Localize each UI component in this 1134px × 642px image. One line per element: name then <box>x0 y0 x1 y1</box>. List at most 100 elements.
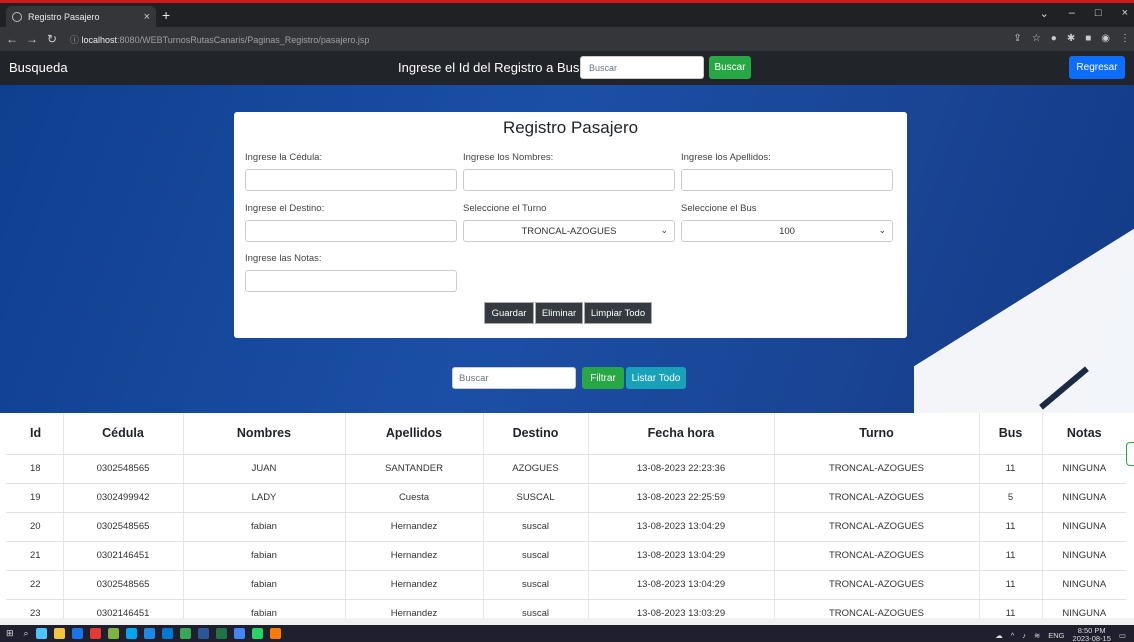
window-controls: ⌄ – □ × <box>1040 7 1128 20</box>
pinned-apps <box>29 628 281 639</box>
table-cell: 11 <box>979 512 1043 542</box>
taskbar-app-icon[interactable] <box>53 628 65 639</box>
column-header[interactable]: Id <box>6 413 64 455</box>
table-cell: Cuesta <box>345 483 484 513</box>
column-header[interactable]: Fecha hora <box>588 413 775 455</box>
table-cell: 11 <box>979 570 1043 600</box>
wifi-icon[interactable]: ≋ <box>1034 631 1040 640</box>
table-row[interactable]: 21 0302146451 fabian Hernandez suscal 13-08-2… <box>6 541 1126 571</box>
nombres-label: Ingrese los Nombres: <box>463 152 554 163</box>
column-header[interactable]: Cédula <box>63 413 184 455</box>
reload-icon[interactable]: ↻ <box>44 32 60 46</box>
taskbar-app-icon[interactable] <box>71 628 83 639</box>
table-row[interactable]: 19 0302499942 LADY Cuesta SUSCAL 13-08-2023 2… <box>6 483 1126 513</box>
table-cell: 11 <box>979 541 1043 571</box>
chevron-down-icon[interactable]: ⌄ <box>1040 7 1049 20</box>
table-row[interactable]: 22 0302548565 fabian Hernandez suscal 13-08-2… <box>6 570 1126 600</box>
share-icon[interactable]: ⇪ <box>1013 33 1021 44</box>
column-header[interactable]: Destino <box>483 413 589 455</box>
column-header[interactable]: Turno <box>774 413 980 455</box>
turno-select[interactable]: TRONCAL-AZOGUES ⌄ <box>463 220 675 242</box>
table-row[interactable]: 20 0302548565 fabian Hernandez suscal 13-08-2… <box>6 512 1126 542</box>
star-icon[interactable]: ☆ <box>1032 33 1041 44</box>
save-button[interactable]: Guardar <box>484 302 534 324</box>
navbar-brand[interactable]: Busqueda <box>9 60 68 75</box>
minimize-button[interactable]: – <box>1069 7 1075 20</box>
volume-icon[interactable]: ♪ <box>1022 631 1026 640</box>
taskbar-app-icon[interactable] <box>251 628 263 639</box>
horizontal-scrollbar[interactable] <box>0 618 1134 625</box>
column-header[interactable]: Notas <box>1042 413 1126 455</box>
table-cell: fabian <box>183 570 346 600</box>
table-cell: fabian <box>183 541 346 571</box>
filter-button[interactable]: Filtrar <box>582 367 624 389</box>
taskbar-app-icon[interactable] <box>233 628 245 639</box>
column-header[interactable]: Nombres <box>183 413 346 455</box>
table-cell: suscal <box>483 512 589 542</box>
table-cell: SUSCAL <box>483 483 589 513</box>
notification-icon[interactable]: ▭ <box>1119 631 1126 640</box>
browser-tab[interactable]: Registro Pasajero × <box>6 6 156 27</box>
windows-start-icon[interactable]: ⊞ <box>6 628 14 639</box>
sidebar-icon[interactable]: ■ <box>1085 33 1091 44</box>
table-cell: suscal <box>483 570 589 600</box>
table-cell: 13-08-2023 13:04:29 <box>588 570 775 600</box>
menu-icon[interactable]: ⋮ <box>1120 33 1130 44</box>
taskbar-app-icon[interactable] <box>179 628 191 639</box>
clock[interactable]: 8:50 PM 2023-08-15 <box>1073 627 1111 642</box>
puzzle-icon[interactable]: ✱ <box>1067 33 1075 44</box>
taskbar-app-icon[interactable] <box>35 628 47 639</box>
taskbar-app-icon[interactable] <box>125 628 137 639</box>
cedula-label: Ingrese la Cédula: <box>245 152 323 163</box>
address-bar: ← → ↻ ⓘ localhost:8080/WEBTurnosRutasCan… <box>0 27 1134 51</box>
chevron-up-icon[interactable]: ^ <box>1011 631 1015 640</box>
language-indicator[interactable]: ENG <box>1048 631 1064 640</box>
taskbar-app-icon[interactable] <box>197 628 209 639</box>
search-id-input[interactable]: Buscar <box>580 56 704 79</box>
back-button[interactable]: Regresar <box>1069 56 1125 79</box>
taskbar-app-icon[interactable] <box>161 628 173 639</box>
table-row[interactable]: 18 0302548565 JUAN SANTANDER AZOGUES 13-08-20… <box>6 454 1126 484</box>
apellidos-input[interactable] <box>681 169 893 191</box>
taskbar-app-icon[interactable] <box>215 628 227 639</box>
bus-select[interactable]: 100 ⌄ <box>681 220 893 242</box>
close-window-button[interactable]: × <box>1122 7 1128 20</box>
search-button[interactable]: Buscar <box>709 56 751 79</box>
taskbar-app-icon[interactable] <box>89 628 101 639</box>
tab-close-icon[interactable]: × <box>144 11 150 23</box>
profile-icon[interactable]: ◉ <box>1101 33 1110 44</box>
filter-input[interactable]: Buscar <box>452 367 576 389</box>
table-cell: 13-08-2023 13:04:29 <box>588 541 775 571</box>
system-tray: ☁ ^ ♪ ≋ ENG 8:50 PM 2023-08-15 ▭ <box>995 627 1126 642</box>
cedula-input[interactable] <box>245 169 457 191</box>
passenger-form-card: Registro Pasajero Ingrese la Cédula: Ing… <box>234 112 907 338</box>
table-cell: Hernandez <box>345 512 484 542</box>
url-path: :8080/WEBTurnosRutasCanaris/Paginas_Regi… <box>117 34 370 45</box>
destino-input[interactable] <box>245 220 457 242</box>
table-cell: 5 <box>979 483 1043 513</box>
new-tab-button[interactable]: + <box>162 7 170 23</box>
extension-icon[interactable]: ● <box>1051 33 1057 44</box>
table-cell: 21 <box>6 541 64 571</box>
nombres-input[interactable] <box>463 169 675 191</box>
list-all-button[interactable]: Listar Todo <box>626 367 686 389</box>
search-id-label: Ingrese el Id del Registro a Buscar <box>398 60 598 75</box>
forward-arrow-icon[interactable]: → <box>24 32 40 46</box>
column-header[interactable]: Bus <box>979 413 1043 455</box>
column-header[interactable]: Apellidos <box>345 413 484 455</box>
table-cell: NINGUNA <box>1042 512 1126 542</box>
table-cell: 0302548565 <box>63 570 184 600</box>
table-cell: suscal <box>483 541 589 571</box>
url-field[interactable]: ⓘ localhost:8080/WEBTurnosRutasCanaris/P… <box>70 33 369 46</box>
taskbar-app-icon[interactable] <box>269 628 281 639</box>
back-arrow-icon[interactable]: ← <box>4 32 20 46</box>
side-panel-tab[interactable] <box>1126 442 1134 466</box>
clock-date: 2023-08-15 <box>1072 634 1111 642</box>
notas-input[interactable] <box>245 270 457 292</box>
delete-button[interactable]: Eliminar <box>535 302 583 324</box>
clear-all-button[interactable]: Limpiar Todo <box>584 302 652 324</box>
weather-icon[interactable]: ☁ <box>995 631 1003 640</box>
taskbar-app-icon[interactable] <box>143 628 155 639</box>
maximize-button[interactable]: □ <box>1095 7 1102 20</box>
taskbar-app-icon[interactable] <box>107 628 119 639</box>
